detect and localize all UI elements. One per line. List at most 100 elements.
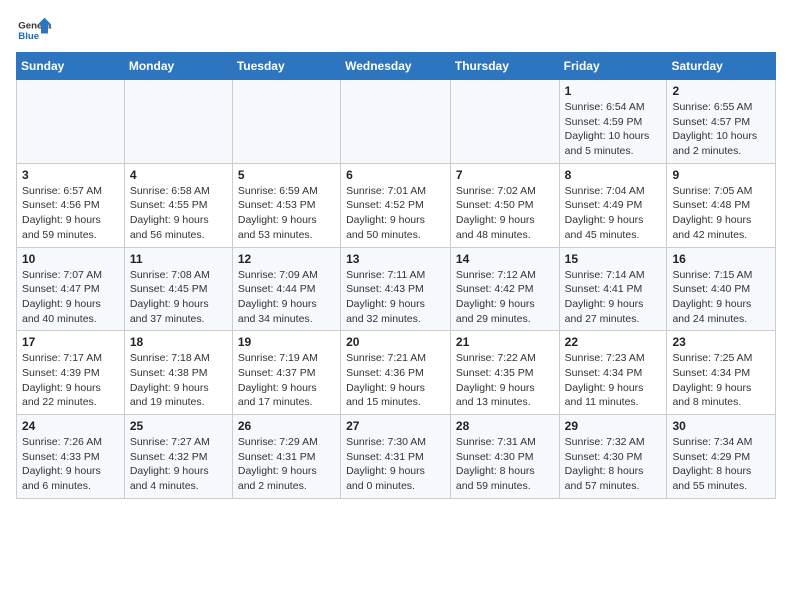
page-header: General Blue bbox=[16, 16, 776, 44]
calendar-cell: 1 Sunrise: 6:54 AM Sunset: 4:59 PM Daylig… bbox=[559, 80, 667, 164]
calendar-cell: 21 Sunrise: 7:22 AM Sunset: 4:35 PM Dayli… bbox=[450, 331, 559, 415]
day-info: Sunrise: 6:55 AM Sunset: 4:57 PM Dayligh… bbox=[672, 100, 770, 159]
calendar-cell: 29 Sunrise: 7:32 AM Sunset: 4:30 PM Dayli… bbox=[559, 415, 667, 499]
calendar-table: SundayMondayTuesdayWednesdayThursdayFrid… bbox=[16, 52, 776, 499]
day-number: 4 bbox=[130, 168, 227, 182]
day-info: Sunrise: 6:54 AM Sunset: 4:59 PM Dayligh… bbox=[565, 100, 662, 159]
day-info: Sunrise: 7:27 AM Sunset: 4:32 PM Dayligh… bbox=[130, 435, 227, 494]
day-info: Sunrise: 7:17 AM Sunset: 4:39 PM Dayligh… bbox=[22, 351, 119, 410]
calendar-cell bbox=[17, 80, 125, 164]
day-number: 3 bbox=[22, 168, 119, 182]
calendar-cell: 7 Sunrise: 7:02 AM Sunset: 4:50 PM Daylig… bbox=[450, 163, 559, 247]
day-info: Sunrise: 7:22 AM Sunset: 4:35 PM Dayligh… bbox=[456, 351, 554, 410]
header-friday: Friday bbox=[559, 53, 667, 80]
day-number: 28 bbox=[456, 419, 554, 433]
calendar-cell: 4 Sunrise: 6:58 AM Sunset: 4:55 PM Daylig… bbox=[124, 163, 232, 247]
header-saturday: Saturday bbox=[667, 53, 776, 80]
logo-icon: General Blue bbox=[16, 16, 52, 44]
calendar-cell: 15 Sunrise: 7:14 AM Sunset: 4:41 PM Dayli… bbox=[559, 247, 667, 331]
day-info: Sunrise: 7:23 AM Sunset: 4:34 PM Dayligh… bbox=[565, 351, 662, 410]
day-info: Sunrise: 7:14 AM Sunset: 4:41 PM Dayligh… bbox=[565, 268, 662, 327]
day-info: Sunrise: 7:15 AM Sunset: 4:40 PM Dayligh… bbox=[672, 268, 770, 327]
header-wednesday: Wednesday bbox=[341, 53, 451, 80]
day-number: 13 bbox=[346, 252, 445, 266]
calendar-cell: 8Sunrise: 7:04 AM Sunset: 4:49 PM Daylig… bbox=[559, 163, 667, 247]
calendar-cell: 28 Sunrise: 7:31 AM Sunset: 4:30 PM Dayli… bbox=[450, 415, 559, 499]
day-number: 12 bbox=[238, 252, 335, 266]
day-number: 5 bbox=[238, 168, 335, 182]
day-number: 7 bbox=[456, 168, 554, 182]
calendar-cell bbox=[232, 80, 340, 164]
calendar-cell: 5 Sunrise: 6:59 AM Sunset: 4:53 PM Daylig… bbox=[232, 163, 340, 247]
calendar-cell: 24Sunrise: 7:26 AM Sunset: 4:33 PM Dayli… bbox=[17, 415, 125, 499]
day-number: 22 bbox=[565, 335, 662, 349]
calendar-cell: 25 Sunrise: 7:27 AM Sunset: 4:32 PM Dayli… bbox=[124, 415, 232, 499]
day-number: 14 bbox=[456, 252, 554, 266]
header-monday: Monday bbox=[124, 53, 232, 80]
day-number: 9 bbox=[672, 168, 770, 182]
calendar-cell: 6 Sunrise: 7:01 AM Sunset: 4:52 PM Daylig… bbox=[341, 163, 451, 247]
day-info: Sunrise: 7:31 AM Sunset: 4:30 PM Dayligh… bbox=[456, 435, 554, 494]
day-number: 27 bbox=[346, 419, 445, 433]
day-info: Sunrise: 7:18 AM Sunset: 4:38 PM Dayligh… bbox=[130, 351, 227, 410]
calendar-cell bbox=[450, 80, 559, 164]
day-number: 30 bbox=[672, 419, 770, 433]
day-info: Sunrise: 7:05 AM Sunset: 4:48 PM Dayligh… bbox=[672, 184, 770, 243]
day-info: Sunrise: 6:58 AM Sunset: 4:55 PM Dayligh… bbox=[130, 184, 227, 243]
day-info: Sunrise: 6:57 AM Sunset: 4:56 PM Dayligh… bbox=[22, 184, 119, 243]
day-number: 6 bbox=[346, 168, 445, 182]
calendar-cell: 13 Sunrise: 7:11 AM Sunset: 4:43 PM Dayli… bbox=[341, 247, 451, 331]
day-info: Sunrise: 7:08 AM Sunset: 4:45 PM Dayligh… bbox=[130, 268, 227, 327]
calendar-week-4: 17 Sunrise: 7:17 AM Sunset: 4:39 PM Dayli… bbox=[17, 331, 776, 415]
calendar-cell: 9 Sunrise: 7:05 AM Sunset: 4:48 PM Daylig… bbox=[667, 163, 776, 247]
day-number: 1 bbox=[565, 84, 662, 98]
day-info: Sunrise: 7:29 AM Sunset: 4:31 PM Dayligh… bbox=[238, 435, 335, 494]
day-info: Sunrise: 7:01 AM Sunset: 4:52 PM Dayligh… bbox=[346, 184, 445, 243]
calendar-cell: 12 Sunrise: 7:09 AM Sunset: 4:44 PM Dayli… bbox=[232, 247, 340, 331]
day-number: 10 bbox=[22, 252, 119, 266]
day-info: Sunrise: 7:02 AM Sunset: 4:50 PM Dayligh… bbox=[456, 184, 554, 243]
day-info: Sunrise: 7:25 AM Sunset: 4:34 PM Dayligh… bbox=[672, 351, 770, 410]
calendar-cell: 19Sunrise: 7:19 AM Sunset: 4:37 PM Dayli… bbox=[232, 331, 340, 415]
day-number: 23 bbox=[672, 335, 770, 349]
day-info: Sunrise: 7:32 AM Sunset: 4:30 PM Dayligh… bbox=[565, 435, 662, 494]
calendar-week-3: 10Sunrise: 7:07 AM Sunset: 4:47 PM Dayli… bbox=[17, 247, 776, 331]
calendar-cell bbox=[341, 80, 451, 164]
calendar-cell: 11 Sunrise: 7:08 AM Sunset: 4:45 PM Dayli… bbox=[124, 247, 232, 331]
day-number: 11 bbox=[130, 252, 227, 266]
day-number: 26 bbox=[238, 419, 335, 433]
day-info: Sunrise: 6:59 AM Sunset: 4:53 PM Dayligh… bbox=[238, 184, 335, 243]
day-number: 24 bbox=[22, 419, 119, 433]
day-number: 16 bbox=[672, 252, 770, 266]
calendar-cell: 30 Sunrise: 7:34 AM Sunset: 4:29 PM Dayli… bbox=[667, 415, 776, 499]
calendar-week-5: 24Sunrise: 7:26 AM Sunset: 4:33 PM Dayli… bbox=[17, 415, 776, 499]
header-sunday: Sunday bbox=[17, 53, 125, 80]
day-number: 21 bbox=[456, 335, 554, 349]
day-number: 2 bbox=[672, 84, 770, 98]
day-number: 25 bbox=[130, 419, 227, 433]
header-thursday: Thursday bbox=[450, 53, 559, 80]
day-info: Sunrise: 7:09 AM Sunset: 4:44 PM Dayligh… bbox=[238, 268, 335, 327]
day-info: Sunrise: 7:34 AM Sunset: 4:29 PM Dayligh… bbox=[672, 435, 770, 494]
calendar-cell: 3 Sunrise: 6:57 AM Sunset: 4:56 PM Daylig… bbox=[17, 163, 125, 247]
day-number: 8 bbox=[565, 168, 662, 182]
calendar-cell: 22 Sunrise: 7:23 AM Sunset: 4:34 PM Dayli… bbox=[559, 331, 667, 415]
svg-text:Blue: Blue bbox=[18, 31, 39, 42]
day-info: Sunrise: 7:21 AM Sunset: 4:36 PM Dayligh… bbox=[346, 351, 445, 410]
calendar-cell: 16 Sunrise: 7:15 AM Sunset: 4:40 PM Dayli… bbox=[667, 247, 776, 331]
day-number: 15 bbox=[565, 252, 662, 266]
calendar-cell: 26 Sunrise: 7:29 AM Sunset: 4:31 PM Dayli… bbox=[232, 415, 340, 499]
day-info: Sunrise: 7:11 AM Sunset: 4:43 PM Dayligh… bbox=[346, 268, 445, 327]
calendar-cell: 27Sunrise: 7:30 AM Sunset: 4:31 PM Dayli… bbox=[341, 415, 451, 499]
calendar-cell: 17 Sunrise: 7:17 AM Sunset: 4:39 PM Dayli… bbox=[17, 331, 125, 415]
day-number: 29 bbox=[565, 419, 662, 433]
header-tuesday: Tuesday bbox=[232, 53, 340, 80]
day-info: Sunrise: 7:12 AM Sunset: 4:42 PM Dayligh… bbox=[456, 268, 554, 327]
day-number: 17 bbox=[22, 335, 119, 349]
calendar-cell: 20 Sunrise: 7:21 AM Sunset: 4:36 PM Dayli… bbox=[341, 331, 451, 415]
calendar-week-2: 3 Sunrise: 6:57 AM Sunset: 4:56 PM Daylig… bbox=[17, 163, 776, 247]
calendar-header-row: SundayMondayTuesdayWednesdayThursdayFrid… bbox=[17, 53, 776, 80]
day-number: 20 bbox=[346, 335, 445, 349]
calendar-cell: 23 Sunrise: 7:25 AM Sunset: 4:34 PM Dayli… bbox=[667, 331, 776, 415]
calendar-cell: 10Sunrise: 7:07 AM Sunset: 4:47 PM Dayli… bbox=[17, 247, 125, 331]
